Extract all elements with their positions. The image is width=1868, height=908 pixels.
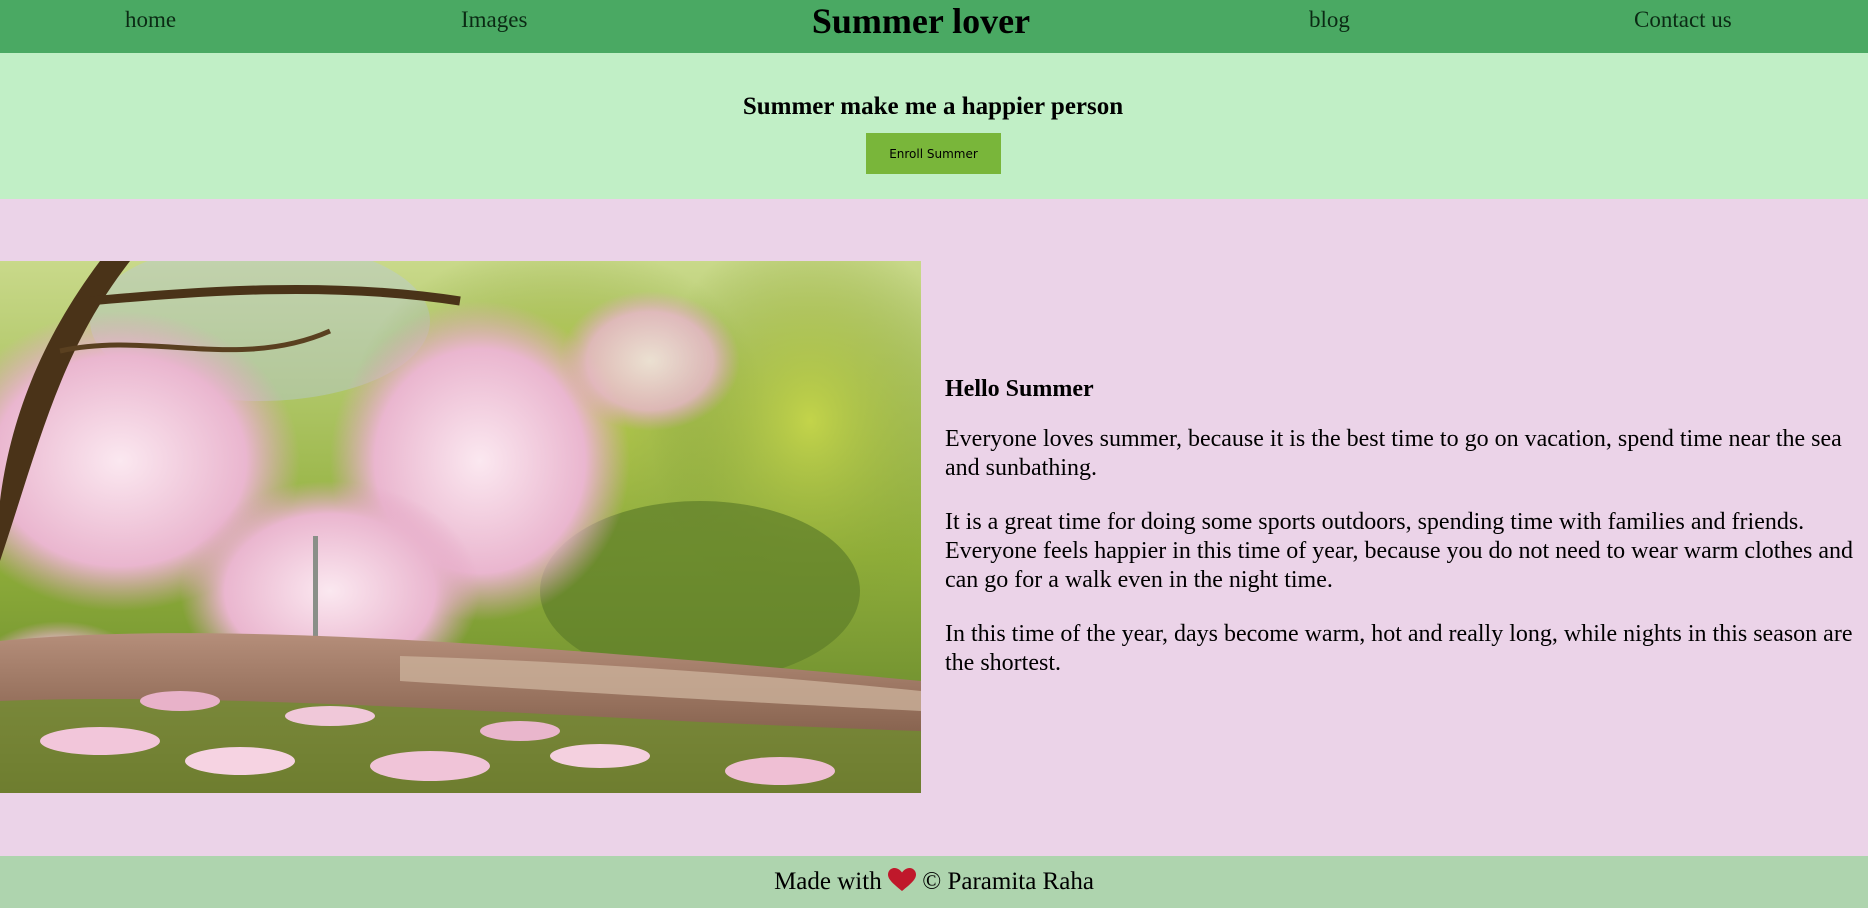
content-paragraph: It is a great time for doing some sports… (945, 509, 1854, 593)
nav-link-contact[interactable]: Contact us (1634, 7, 1732, 33)
footer-made-with: Made with (774, 868, 882, 895)
main-content: Hello Summer Everyone loves summer, beca… (0, 199, 1868, 856)
site-brand-title: Summer lover (811, 1, 1031, 41)
heart-icon (887, 868, 916, 891)
hero-banner: Summer make me a happier person Enroll S… (0, 53, 1868, 199)
top-navbar: home Images Summer lover blog Contact us (0, 0, 1868, 53)
photo-illustration (0, 261, 921, 793)
footer-credit: © Paramita Raha (922, 868, 1094, 895)
content-paragraph: Everyone loves summer, because it is the… (945, 426, 1842, 481)
hero-title: Summer make me a happier person (742, 93, 1124, 120)
enroll-summer-button[interactable]: Enroll Summer (866, 133, 1001, 174)
page-footer: Made with © Paramita Raha (0, 856, 1868, 908)
content-heading: Hello Summer (945, 376, 1094, 402)
nav-link-blog[interactable]: blog (1309, 7, 1350, 33)
summer-text-block: Hello Summer Everyone loves summer, beca… (945, 375, 1860, 703)
blossom-garden-photo (0, 261, 921, 793)
content-paragraph: In this time of the year, days become wa… (945, 621, 1853, 676)
